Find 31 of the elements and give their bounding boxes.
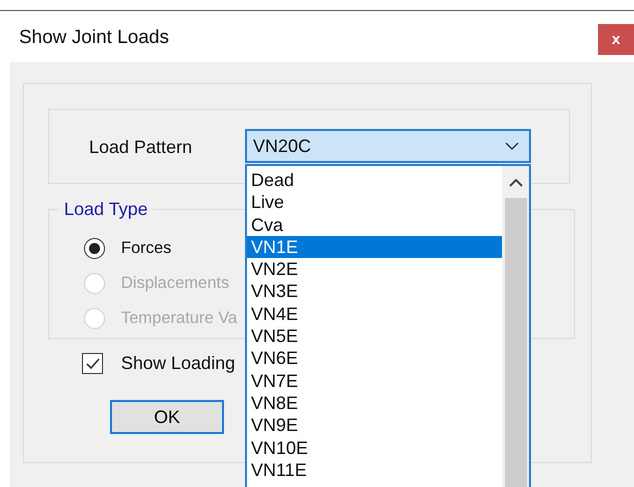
dropdown-option[interactable]: VN5E xyxy=(247,325,502,348)
dropdown-option[interactable]: VN2E xyxy=(247,258,502,280)
checkbox-label: Show Loading xyxy=(121,353,236,374)
radio-label: Forces xyxy=(121,239,172,258)
load-pattern-label: Load Pattern xyxy=(89,137,194,158)
dropdown-option[interactable]: Dead xyxy=(247,169,502,192)
scrollbar[interactable] xyxy=(502,166,529,487)
checkmark-icon xyxy=(86,358,100,370)
dropdown-option[interactable]: VN10E xyxy=(247,436,502,459)
dropdown-option[interactable]: VN6E xyxy=(247,347,502,370)
close-button[interactable]: x xyxy=(598,24,634,55)
ok-button[interactable]: OK xyxy=(110,400,224,434)
window-title: Show Joint Loads xyxy=(19,27,169,49)
load-pattern-dropdown[interactable]: VN20C xyxy=(245,129,531,163)
dropdown-option[interactable]: Cva xyxy=(247,214,502,236)
dropdown-option[interactable]: VN11E xyxy=(247,458,502,482)
scroll-up-icon[interactable] xyxy=(508,179,522,187)
dropdown-option[interactable]: VN4E xyxy=(247,302,502,326)
checkbox[interactable] xyxy=(82,353,103,374)
dropdown-option[interactable]: Live xyxy=(247,191,502,214)
caret-icon xyxy=(505,142,519,150)
radio-label: Temperature Va xyxy=(121,309,238,328)
dropdown-option[interactable]: VN8E xyxy=(247,392,502,414)
load-type-legend: Load Type xyxy=(59,199,153,220)
dropdown-option[interactable]: VN9E xyxy=(247,414,502,437)
radio-label: Displacements xyxy=(121,274,230,293)
scroll-thumb[interactable] xyxy=(504,198,526,487)
dropdown-option[interactable]: VN3E xyxy=(247,280,502,303)
dropdown-option[interactable]: VN7E xyxy=(247,370,502,392)
radio-button[interactable] xyxy=(84,238,105,259)
dropdown-option[interactable]: VN1E xyxy=(247,236,502,258)
